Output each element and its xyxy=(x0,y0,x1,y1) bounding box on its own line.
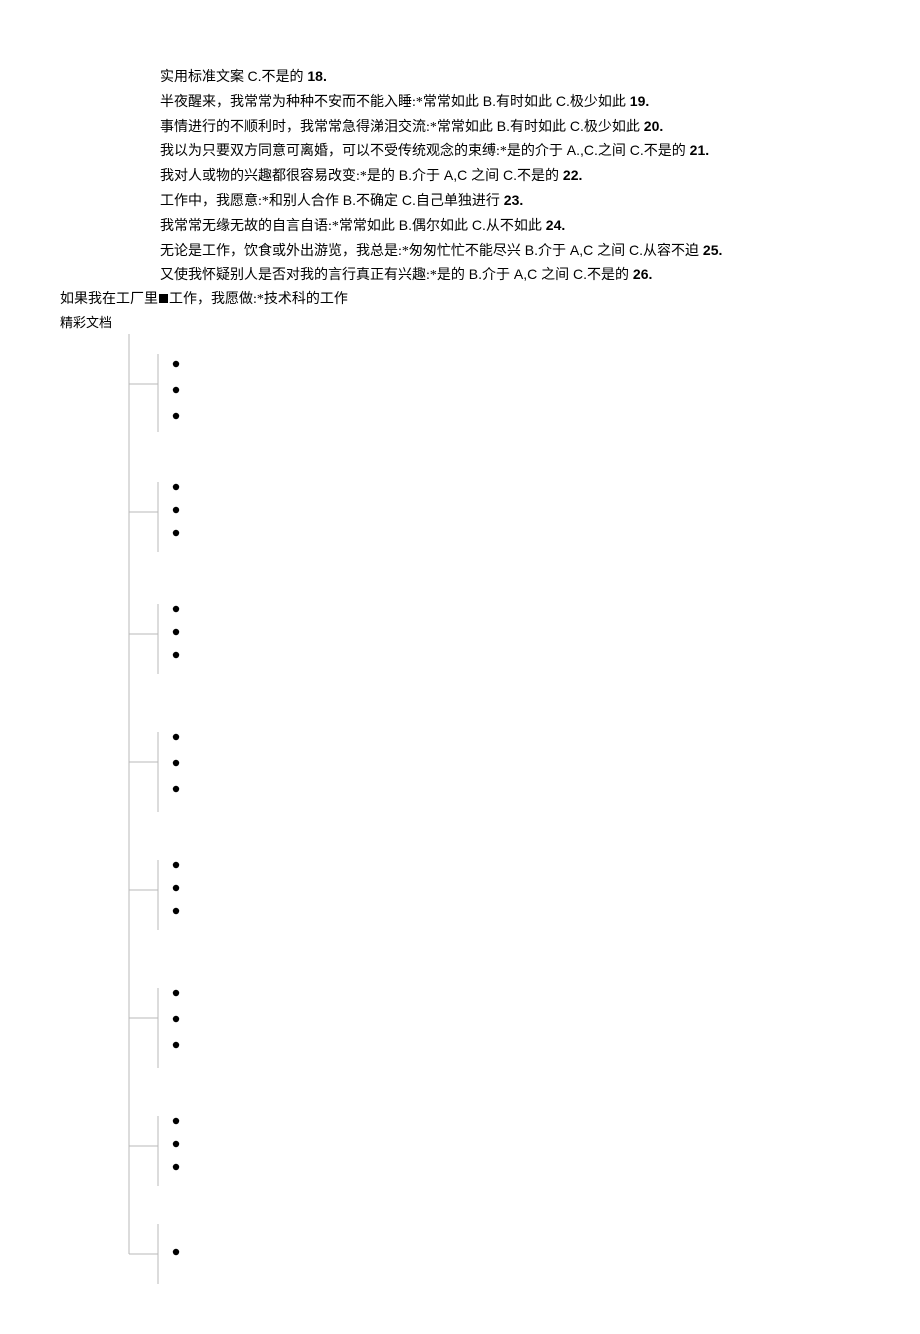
q-opt: B. xyxy=(465,266,482,282)
q-text: 半夜醒来，我常常为种种不安而不能入睡:*常常如此 xyxy=(160,95,479,110)
q-text: 介于 xyxy=(538,244,566,259)
q-opt: A,C xyxy=(510,266,541,282)
q-text: 介于 xyxy=(412,169,440,184)
title-text: 实用标准文案 xyxy=(160,70,244,85)
question-line: 事情进行的不顺利时，我常常急得涕泪交流:*常常如此 B.有时如此 C.极少如此 … xyxy=(0,115,920,140)
question-line: 我常常无缘无故的自言自语:*常常如此 B.偶尔如此 C.从不如此 24. xyxy=(0,214,920,239)
footer-label: 精彩文档 xyxy=(0,312,920,334)
q-text: 自己单独进行 xyxy=(416,194,500,209)
q-num: 20. xyxy=(640,118,663,134)
q-opt: C. xyxy=(468,217,486,233)
q-opt: B. xyxy=(339,192,356,208)
question-line: 无论是工作，饮食或外出游览，我总是:*匆匆忙忙不能尽兴 B.介于 A,C 之间 … xyxy=(0,239,920,264)
title-cn: 不是的 xyxy=(262,70,304,85)
document-content: 实用标准文案 C.不是的 18. 半夜醒来，我常常为种种不安而不能入睡:*常常如… xyxy=(0,0,920,1334)
question-line: 又使我怀疑别人是否对我的言行真正有兴趣:*是的 B.介于 A,C 之间 C.不是… xyxy=(0,263,920,288)
q-text: 无论是工作，饮食或外出游览，我总是:*匆匆忙忙不能尽兴 xyxy=(160,244,521,259)
q-text: 我以为只要双方同意可离婚，可以不受传统观念的束缚:*是的介于 xyxy=(160,144,563,159)
q-text: 不是的 xyxy=(644,144,686,159)
q-opt: C. xyxy=(499,167,517,183)
question-line: 如果我在工厂里工作，我愿做:*技术科的工作 xyxy=(0,288,920,312)
q-text: 之间 xyxy=(541,268,569,283)
q-num: 23. xyxy=(500,192,523,208)
q-num: 19. xyxy=(626,93,649,109)
q-num: 25. xyxy=(699,242,722,258)
q-opt: A.,C. xyxy=(563,142,598,158)
q-text: 之间 xyxy=(471,169,499,184)
q-num: 22. xyxy=(559,167,582,183)
q-num: 26. xyxy=(629,266,652,282)
q-opt: C. xyxy=(398,192,416,208)
q-num: 24. xyxy=(542,217,565,233)
q-opt: A,C xyxy=(566,242,597,258)
q-opt: B. xyxy=(521,242,538,258)
q-opt: C. xyxy=(569,266,587,282)
q-text: 之间 xyxy=(597,244,625,259)
q-text: 如果我在工厂里工作，我愿做:*技术科的工作 xyxy=(60,292,348,307)
q-text: 有时如此 xyxy=(510,120,566,135)
black-square-icon xyxy=(159,294,168,303)
q-opt: C. xyxy=(552,93,570,109)
question-line: 我以为只要双方同意可离婚，可以不受传统观念的束缚:*是的介于 A.,C.之间 C… xyxy=(0,139,920,164)
q-text: 又使我怀疑别人是否对我的言行真正有兴趣:*是的 xyxy=(160,268,465,283)
header-line: 实用标准文案 C.不是的 18. xyxy=(0,65,920,90)
q-opt: B. xyxy=(479,93,496,109)
q-text: 不是的 xyxy=(587,268,629,283)
question-line: 半夜醒来，我常常为种种不安而不能入睡:*常常如此 B.有时如此 C.极少如此 1… xyxy=(0,90,920,115)
q-text: 工作中，我愿意:*和别人合作 xyxy=(160,194,339,209)
q-text: 从容不迫 xyxy=(643,244,699,259)
q-text: 不确定 xyxy=(356,194,398,209)
q-num: 21. xyxy=(686,142,709,158)
q-text: 我常常无缘无故的自言自语:*常常如此 xyxy=(160,219,395,234)
q-opt: B. xyxy=(395,167,412,183)
q-opt: A,C xyxy=(440,167,471,183)
q-text: 介于 xyxy=(482,268,510,283)
q-text: 不是的 xyxy=(517,169,559,184)
tree-diagram xyxy=(128,334,218,1334)
q-text: 偶尔如此 xyxy=(412,219,468,234)
q-text: 有时如此 xyxy=(496,95,552,110)
title-latin: C. xyxy=(248,68,262,84)
q-opt: C. xyxy=(625,242,643,258)
q-text: 我对人或物的兴趣都很容易改变:*是的 xyxy=(160,169,395,184)
question-line: 我对人或物的兴趣都很容易改变:*是的 B.介于 A,C 之间 C.不是的 22. xyxy=(0,164,920,189)
question-line: 工作中，我愿意:*和别人合作 B.不确定 C.自己单独进行 23. xyxy=(0,189,920,214)
q-text: 极少如此 xyxy=(570,95,626,110)
q-text: 之间 xyxy=(598,144,626,159)
q-opt: C. xyxy=(626,142,644,158)
q-opt: B. xyxy=(493,118,510,134)
q-opt: C. xyxy=(566,118,584,134)
q-text: 极少如此 xyxy=(584,120,640,135)
title-num: 18. xyxy=(304,68,327,84)
q-opt: B. xyxy=(395,217,412,233)
q-text: 事情进行的不顺利时，我常常急得涕泪交流:*常常如此 xyxy=(160,120,493,135)
q-text: 从不如此 xyxy=(486,219,542,234)
